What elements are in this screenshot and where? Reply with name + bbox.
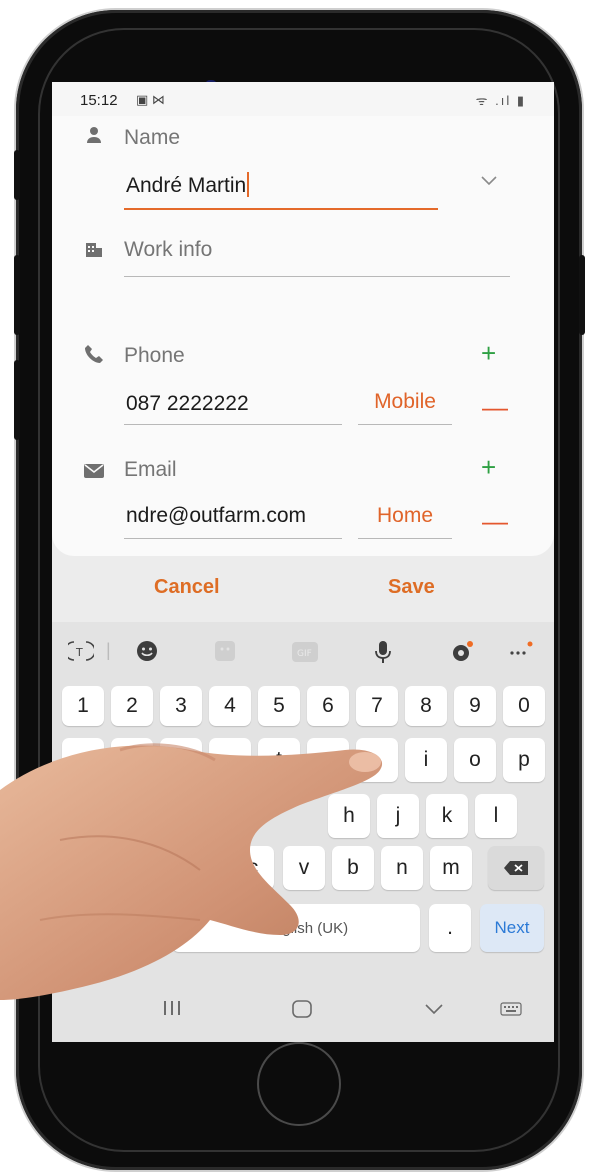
email-underline: [124, 538, 342, 539]
key-5[interactable]: 5: [258, 686, 300, 726]
building-icon: [85, 240, 103, 263]
text-cursor: [247, 172, 250, 197]
key-o[interactable]: o: [454, 738, 496, 782]
phone-screen: 15:12 ▣ ⋈ ᯤ .ıl ▮ Name André Martin Work…: [52, 82, 554, 1042]
more-options-icon[interactable]: [508, 640, 534, 667]
remove-phone-minus-icon[interactable]: —: [482, 394, 508, 420]
key-j[interactable]: j: [377, 794, 419, 838]
name-value: André Martin: [126, 172, 250, 198]
key-w[interactable]: [111, 738, 153, 782]
key-t[interactable]: t: [258, 738, 300, 782]
side-button-silent: [14, 150, 20, 200]
save-button[interactable]: Save: [388, 576, 435, 599]
status-bar: 15:12 ▣ ⋈ ᯤ .ıl ▮: [52, 82, 554, 116]
work-info-label: Work info: [124, 238, 213, 261]
email-value: ndre@outfarm.com: [126, 504, 307, 527]
period-key[interactable]: .: [429, 904, 471, 952]
key-k[interactable]: k: [426, 794, 468, 838]
person-icon: [86, 126, 102, 149]
email-type-value: Home: [376, 504, 434, 527]
add-phone-plus-icon[interactable]: +: [481, 340, 496, 366]
key-9[interactable]: 9: [454, 686, 496, 726]
work-info-field[interactable]: Work info: [124, 228, 510, 278]
key-c[interactable]: c: [232, 846, 274, 890]
email-type-select[interactable]: Home: [358, 492, 452, 540]
key-y[interactable]: v: [307, 738, 349, 782]
gif-icon[interactable]: GIF: [292, 642, 318, 667]
toolbar-divider: |: [106, 640, 111, 660]
key-b[interactable]: b: [332, 846, 374, 890]
recent-apps-icon[interactable]: [162, 1000, 182, 1022]
side-button-volume-down: [14, 360, 20, 440]
phone-value: 087 2222222: [126, 392, 249, 415]
contact-form: Name André Martin Work info Phone + 087 …: [52, 116, 554, 556]
hide-keyboard-chevron-icon[interactable]: [424, 1000, 444, 1022]
email-type-underline: [358, 538, 452, 539]
work-info-underline: [124, 276, 510, 277]
email-field[interactable]: ndre@outfarm.com: [124, 492, 342, 540]
key-l[interactable]: l: [475, 794, 517, 838]
key-2[interactable]: 2: [111, 686, 153, 726]
key-3[interactable]: 3: [160, 686, 202, 726]
key-8[interactable]: 8: [405, 686, 447, 726]
sticker-icon[interactable]: [214, 640, 236, 667]
phone-label: Phone: [124, 344, 185, 367]
key-h[interactable]: h: [328, 794, 370, 838]
backspace-key[interactable]: [488, 846, 544, 890]
space-bar[interactable]: English (UK): [172, 904, 420, 952]
physical-home-button[interactable]: [257, 1042, 341, 1126]
keyboard: T | GIF 1 2 3 4 5 6 7 8 9 0 t v i o p h …: [52, 622, 554, 982]
action-bar: Cancel Save: [52, 556, 554, 622]
key-p[interactable]: p: [503, 738, 545, 782]
side-button-power: [579, 255, 585, 335]
phone-icon: [84, 344, 104, 369]
phone-underline: [124, 424, 342, 425]
keyboard-switch-icon[interactable]: [500, 1000, 522, 1022]
expand-name-chevron-icon[interactable]: [480, 174, 498, 192]
settings-gear-icon[interactable]: [450, 640, 474, 669]
remove-email-minus-icon[interactable]: —: [482, 508, 508, 534]
phone-type-value: Mobile: [374, 390, 436, 413]
key-r[interactable]: [209, 738, 251, 782]
notification-icons: ▣ ⋈: [136, 92, 165, 107]
key-6[interactable]: 6: [307, 686, 349, 726]
key-7[interactable]: 7: [356, 686, 398, 726]
name-underline: [124, 208, 438, 210]
key-1[interactable]: 1: [62, 686, 104, 726]
emoji-icon[interactable]: [136, 640, 158, 667]
translate-icon[interactable]: T: [64, 640, 96, 667]
key-q[interactable]: [62, 738, 104, 782]
signal-battery-icons: ᯤ .ıl ▮: [475, 93, 526, 108]
key-0[interactable]: 0: [503, 686, 545, 726]
envelope-icon: [84, 462, 104, 483]
system-nav-bar: [52, 982, 554, 1042]
key-v[interactable]: v: [283, 846, 325, 890]
home-nav-icon[interactable]: [292, 1000, 312, 1024]
next-key[interactable]: Next: [480, 904, 544, 952]
phone-type-underline: [358, 424, 452, 425]
status-time: 15:12: [80, 92, 118, 109]
key-e[interactable]: [160, 738, 202, 782]
add-email-plus-icon[interactable]: +: [481, 454, 496, 480]
key-u[interactable]: [356, 738, 398, 782]
space-bar-label: English (UK): [263, 919, 349, 937]
gif-label: GIF: [297, 649, 312, 659]
key-n[interactable]: n: [381, 846, 423, 890]
microphone-icon[interactable]: [374, 640, 392, 669]
svg-text:T: T: [75, 646, 83, 659]
name-label: Name: [124, 126, 181, 149]
key-4[interactable]: 4: [209, 686, 251, 726]
key-m[interactable]: m: [430, 846, 472, 890]
email-label: Email: [124, 458, 177, 481]
name-field[interactable]: André Martin: [124, 164, 438, 210]
key-i[interactable]: i: [405, 738, 447, 782]
backspace-icon: [504, 861, 528, 875]
phone-number-field[interactable]: 087 2222222: [124, 378, 342, 426]
side-button-volume-up: [14, 255, 20, 335]
phone-type-select[interactable]: Mobile: [358, 378, 452, 426]
cancel-button[interactable]: Cancel: [154, 576, 220, 599]
